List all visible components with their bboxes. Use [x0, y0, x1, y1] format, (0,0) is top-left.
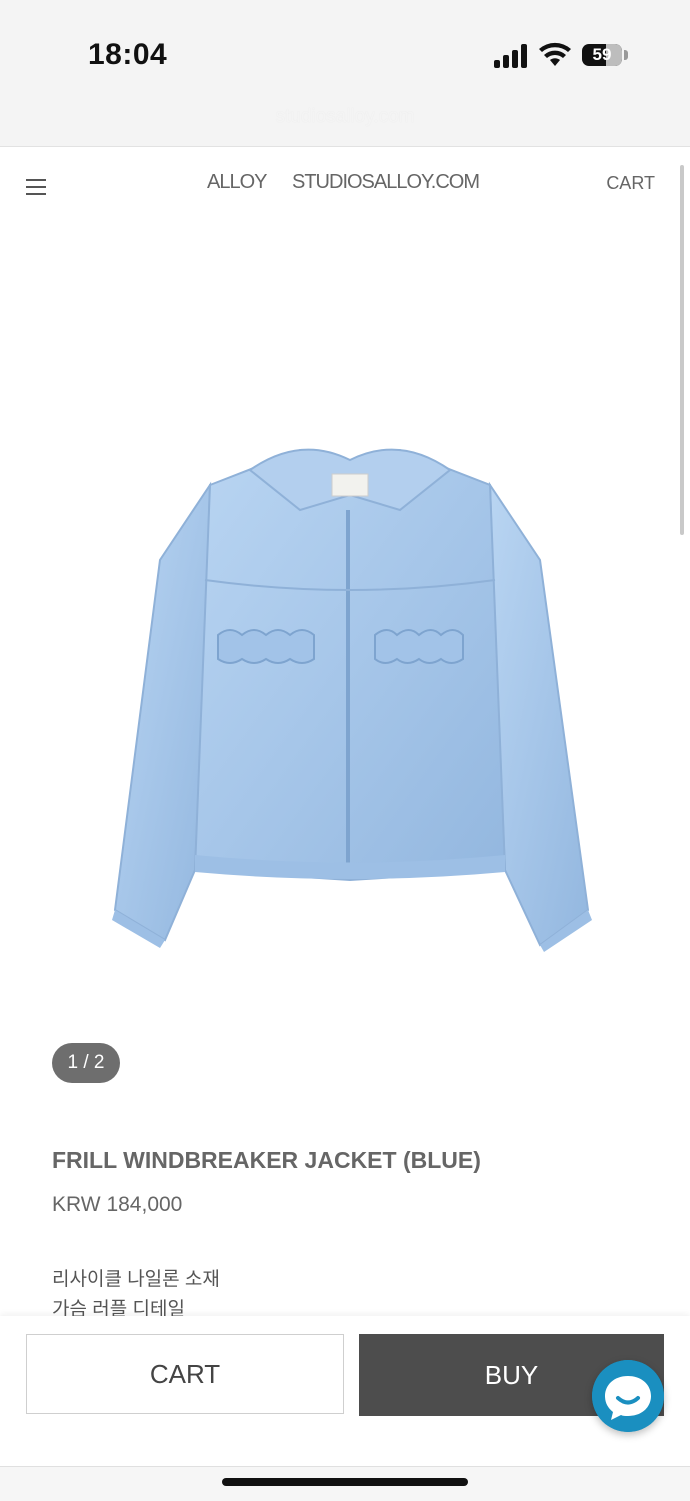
hamburger-menu-icon[interactable] — [26, 179, 46, 195]
chat-icon[interactable] — [592, 1360, 664, 1432]
status-bar: 18:04 59 studiosalloy.com — [0, 0, 690, 147]
wifi-icon — [539, 42, 571, 66]
image-counter: 1 / 2 — [52, 1043, 120, 1083]
product-title: FRILL WINDBREAKER JACKET (BLUE) — [52, 1147, 481, 1173]
status-time: 18:04 — [88, 38, 168, 71]
product-image[interactable] — [100, 440, 600, 960]
home-indicator[interactable] — [222, 1478, 468, 1486]
battery-icon: 59 — [582, 44, 622, 66]
add-to-cart-button[interactable]: CART — [26, 1334, 344, 1414]
header-cart-link[interactable]: CART — [606, 173, 655, 194]
address-bar-url[interactable]: studiosalloy.com — [0, 106, 690, 128]
battery-tip — [624, 50, 628, 60]
site-header: ALLOY STUDIOSALLOY.COM CART — [0, 147, 690, 227]
product-price: KRW 184,000 — [52, 1193, 183, 1216]
battery-level: 59 — [592, 45, 612, 64]
nav-link-alloy[interactable]: ALLOY — [207, 171, 267, 194]
nav-link-studiosalloy[interactable]: STUDIOSALLOY.COM — [292, 171, 480, 194]
cellular-signal-icon — [494, 44, 528, 68]
scrollbar[interactable] — [680, 165, 684, 535]
product-description-line: 리사이클 나일론 소재 — [52, 1269, 220, 1290]
